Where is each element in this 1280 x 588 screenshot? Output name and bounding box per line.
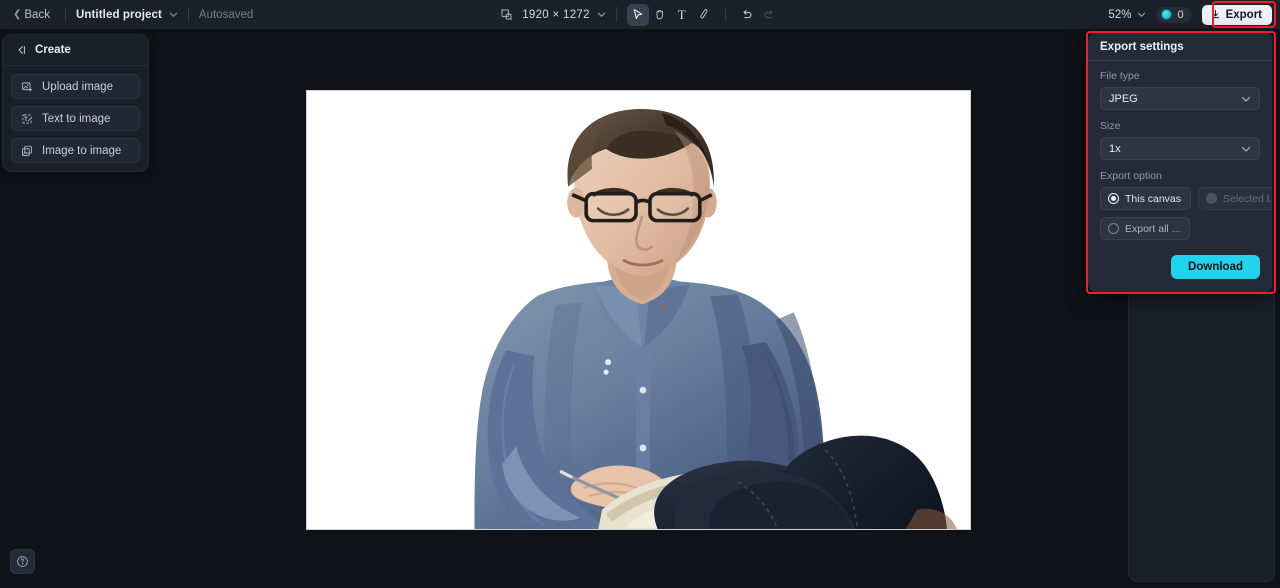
- size-select[interactable]: 1x: [1100, 137, 1260, 160]
- file-type-label: File type: [1100, 70, 1140, 82]
- artboard-icon[interactable]: [500, 8, 513, 21]
- text-to-image-label: Text to image: [42, 112, 111, 125]
- download-row: Download: [1100, 255, 1260, 279]
- text-to-image-button[interactable]: Text to image: [11, 106, 140, 131]
- credits-badge[interactable]: 0: [1156, 6, 1192, 23]
- artboard[interactable]: [306, 90, 971, 530]
- divider: [724, 7, 726, 22]
- create-panel-header: Create: [3, 35, 148, 66]
- export-button-wrapper: Export: [1201, 4, 1272, 25]
- export-settings-header: Export settings: [1088, 33, 1272, 61]
- export-option-export-all[interactable]: Export all ...: [1100, 217, 1191, 240]
- upload-image-icon: [21, 81, 33, 93]
- collapse-panel-icon[interactable]: [15, 44, 27, 56]
- chevron-left-icon: ❮: [13, 8, 22, 20]
- select-tool[interactable]: [626, 3, 649, 26]
- file-type-select[interactable]: JPEG: [1100, 87, 1260, 110]
- radio-unselected-icon: [1108, 223, 1119, 234]
- export-button[interactable]: Export: [1201, 4, 1272, 25]
- radio-selected-icon: [1108, 193, 1119, 204]
- top-toolbar: ❮ Back Untitled project Autosaved 1920 ×…: [0, 0, 1280, 29]
- export-option-row-1: This canvas Selected l...: [1100, 187, 1272, 210]
- export-settings-popover: Export settings File type JPEG Size 1x E…: [1088, 33, 1272, 292]
- divider: [615, 7, 617, 22]
- back-button[interactable]: ❮ Back: [8, 6, 55, 24]
- divider: [64, 7, 66, 22]
- file-type-value: JPEG: [1109, 92, 1138, 105]
- brush-tool[interactable]: [693, 4, 715, 26]
- create-panel: Create Upload image Text to image Image …: [2, 34, 149, 172]
- create-panel-items: Upload image Text to image Image to imag…: [3, 66, 148, 163]
- export-settings-body: File type JPEG Size 1x Export option Thi…: [1088, 61, 1272, 279]
- chevron-down-icon: [1241, 144, 1251, 154]
- size-value: 1x: [1109, 142, 1121, 155]
- export-settings-title: Export settings: [1100, 40, 1184, 53]
- text-tool[interactable]: T: [671, 4, 693, 26]
- export-option-row-2: Export all ...: [1100, 217, 1260, 240]
- export-option-this-canvas[interactable]: This canvas: [1100, 187, 1192, 210]
- toolbar-left-group: ❮ Back Untitled project Autosaved: [0, 0, 253, 29]
- export-option-this-canvas-label: This canvas: [1125, 192, 1182, 205]
- credits-count: 0: [1177, 8, 1184, 21]
- zoom-level[interactable]: 52%: [1108, 9, 1131, 21]
- create-panel-title: Create: [35, 44, 71, 56]
- canvas-image: [307, 91, 970, 529]
- undo-button[interactable]: [736, 4, 758, 26]
- upload-image-label: Upload image: [42, 80, 113, 93]
- hand-tool[interactable]: [649, 4, 671, 26]
- export-option-label: Export option: [1100, 170, 1162, 182]
- chevron-down-icon[interactable]: [1137, 10, 1146, 19]
- chevron-down-icon: [1241, 94, 1251, 104]
- text-to-image-icon: [21, 113, 33, 125]
- export-option-export-all-label: Export all ...: [1125, 222, 1181, 235]
- credit-coin-icon: [1161, 9, 1173, 20]
- toolbar-right-group: 52% 0 Export: [1108, 0, 1272, 29]
- export-option-selected-layers[interactable]: Selected l...: [1198, 187, 1272, 210]
- radio-unselected-icon: [1206, 193, 1218, 204]
- download-icon: [1211, 9, 1219, 19]
- image-to-image-icon: [21, 145, 33, 157]
- project-name[interactable]: Untitled project: [76, 9, 162, 21]
- size-label: Size: [1100, 120, 1121, 132]
- back-button-label: Back: [24, 8, 50, 21]
- upload-image-button[interactable]: Upload image: [11, 74, 140, 99]
- download-button[interactable]: Download: [1171, 255, 1260, 279]
- image-to-image-button[interactable]: Image to image: [11, 138, 140, 163]
- image-to-image-label: Image to image: [42, 144, 122, 157]
- chevron-down-icon[interactable]: [597, 10, 606, 19]
- redo-button[interactable]: [758, 4, 780, 26]
- canvas-dimensions[interactable]: 1920 × 1272: [522, 9, 590, 21]
- help-button[interactable]: [10, 549, 35, 574]
- divider: [187, 7, 189, 22]
- autosaved-status: Autosaved: [198, 8, 254, 21]
- app-root: ❮ Back Untitled project Autosaved 1920 ×…: [0, 0, 1280, 588]
- export-button-label: Export: [1225, 8, 1262, 21]
- help-question-icon: [17, 556, 28, 567]
- chevron-down-icon[interactable]: [169, 10, 178, 19]
- export-option-selected-layers-label: Selected l...: [1223, 192, 1272, 205]
